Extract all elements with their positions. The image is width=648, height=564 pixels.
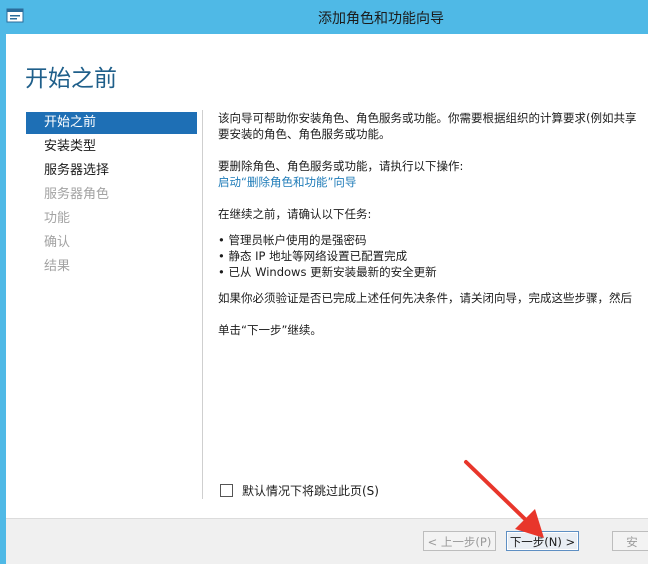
nav-item-server-roles: 服务器角色 xyxy=(44,187,110,202)
remove-roles-link[interactable]: 启动“删除角色和功能”向导 xyxy=(218,174,648,190)
install-button[interactable]: 安 xyxy=(612,531,648,551)
prerequisite-list: 管理员帐户使用的是强密码 静态 IP 地址等网络设置已配置完成 已从 Windo… xyxy=(218,232,648,280)
nav-item-results: 结果 xyxy=(44,259,71,274)
skip-page-checkbox[interactable] xyxy=(220,484,233,497)
nav-item-confirmation: 确认 xyxy=(44,235,71,250)
previous-button[interactable]: < 上一步(P) xyxy=(423,531,496,551)
skip-page-option[interactable]: 默认情况下将跳过此页(S) xyxy=(220,482,379,499)
list-item: 已从 Windows 更新安装最新的安全更新 xyxy=(218,264,648,280)
nav-item-installation-type[interactable]: 安装类型 xyxy=(26,136,197,158)
window-title: 添加角色和功能向导 xyxy=(318,11,444,27)
wizard-content: 该向导可帮助你安装角色、角色服务或功能。你需要根据组织的计算要求(例如共享 要安… xyxy=(218,110,648,338)
next-instruction: 单击“下一步”继续。 xyxy=(218,323,322,337)
title-bar[interactable]: 添加角色和功能向导 xyxy=(0,0,648,34)
page-title: 开始之前 xyxy=(25,66,117,92)
remove-prompt: 要删除角色、角色服务或功能，请执行以下操作: xyxy=(218,159,464,173)
skip-page-label: 默认情况下将跳过此页(S) xyxy=(242,484,379,498)
nav-divider xyxy=(202,110,203,499)
wizard-step-nav: 开始之前 安装类型 服务器选择 服务器角色 功能 确认 结果 xyxy=(26,112,197,280)
intro-text-line-1: 该向导可帮助你安装角色、角色服务或功能。你需要根据组织的计算要求(例如共享 xyxy=(218,111,637,125)
nav-item-server-selection[interactable]: 服务器选择 xyxy=(26,160,197,182)
continue-prompt: 在继续之前，请确认以下任务: xyxy=(218,207,372,221)
wizard-footer: < 上一步(P) 下一步(N) > 安 xyxy=(6,518,648,564)
verify-note: 如果你必须验证是否已完成上述任何先决条件，请关闭向导，完成这些步骤，然后 xyxy=(218,291,632,305)
next-button[interactable]: 下一步(N) > xyxy=(506,531,579,551)
intro-text-line-2: 要安装的角色、角色服务或功能。 xyxy=(218,127,391,141)
list-item: 管理员帐户使用的是强密码 xyxy=(218,232,648,248)
server-manager-icon xyxy=(6,8,24,23)
wizard-window: 开始之前 开始之前 安装类型 服务器选择 服务器角色 功能 确认 结果 该向导可… xyxy=(6,34,648,564)
list-item: 静态 IP 地址等网络设置已配置完成 xyxy=(218,248,648,264)
nav-item-features: 功能 xyxy=(44,211,71,226)
nav-item-before-you-begin[interactable]: 开始之前 xyxy=(26,112,197,134)
